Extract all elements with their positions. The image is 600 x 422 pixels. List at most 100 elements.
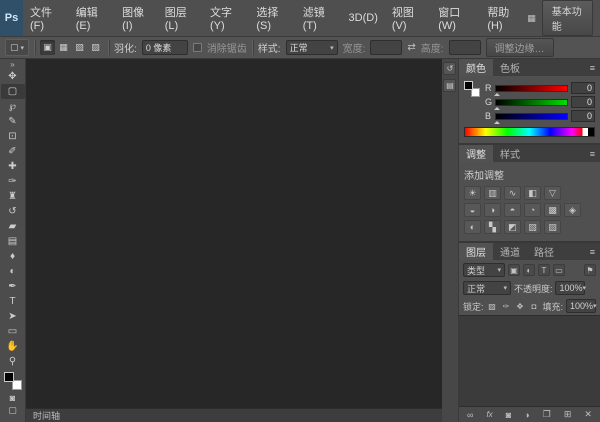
path-selection-tool[interactable]: ➤ <box>1 309 25 324</box>
quick-selection-tool[interactable]: ✎ <box>1 114 25 129</box>
menu-item-image[interactable]: 图像(I) <box>115 0 158 36</box>
lock-transparency-icon[interactable]: ▨ <box>486 301 497 312</box>
menu-item-3d[interactable]: 3D(D) <box>342 0 385 36</box>
adj-invert-icon[interactable]: ◐ <box>463 220 481 234</box>
workspace-switcher-button[interactable]: 基本功能 <box>541 0 593 36</box>
filter-toggle-icon[interactable]: ⚑ <box>584 264 596 276</box>
collapsed-properties-panel-button[interactable]: ▤ <box>443 79 457 92</box>
foreground-color-swatch[interactable] <box>3 372 14 382</box>
arrange-documents-icon[interactable]: ▦ <box>527 13 536 24</box>
type-tool[interactable]: T <box>1 294 25 309</box>
style-select[interactable]: 正常 ▾ <box>285 40 338 55</box>
opacity-input[interactable]: 100% ▾ <box>555 281 586 295</box>
tab-paths[interactable]: 路径 <box>527 243 561 260</box>
layer-effects-icon[interactable]: fx <box>486 410 492 419</box>
new-adjustment-layer-icon[interactable]: ◑ <box>524 410 529 420</box>
layer-list[interactable] <box>458 315 600 407</box>
timeline-panel-collapsed[interactable]: 时间轴 <box>26 408 442 422</box>
lock-pixels-icon[interactable]: ✑ <box>500 301 511 312</box>
menu-item-help[interactable]: 帮助(H) <box>480 0 527 36</box>
intersect-selection-button[interactable]: ▨ <box>88 40 103 55</box>
shape-tool[interactable]: ▭ <box>1 324 25 339</box>
tool-preset-picker[interactable]: ▢ ▾ <box>5 39 30 56</box>
hand-tool[interactable]: ✋ <box>1 339 25 354</box>
height-input[interactable] <box>448 40 481 55</box>
menu-item-type[interactable]: 文字(Y) <box>203 0 249 36</box>
lock-all-icon[interactable]: ◘ <box>528 301 539 312</box>
menu-item-select[interactable]: 选择(S) <box>249 0 295 36</box>
adj-threshold-icon[interactable]: ◩ <box>503 220 521 234</box>
red-value-input[interactable]: 0 <box>571 82 595 94</box>
gradient-tool[interactable]: ▤ <box>1 234 25 249</box>
dodge-tool[interactable]: ◐ <box>1 264 25 279</box>
collapsed-history-panel-button[interactable]: ↺ <box>443 62 457 75</box>
quick-mask-button[interactable]: ◙ <box>1 391 25 404</box>
blur-tool[interactable]: ♦ <box>1 249 25 264</box>
adj-exposure-icon[interactable]: ◧ <box>523 186 541 200</box>
foreground-color-swatch[interactable] <box>463 81 473 90</box>
tab-color[interactable]: 颜色 <box>458 59 493 76</box>
screen-mode-button[interactable]: ▢ <box>1 404 25 417</box>
blue-value-input[interactable]: 0 <box>571 110 595 122</box>
antialias-checkbox[interactable] <box>192 43 202 52</box>
filter-shape-layers-icon[interactable]: ▭ <box>552 264 565 276</box>
add-layer-mask-icon[interactable]: ◙ <box>506 410 511 420</box>
red-slider[interactable] <box>493 84 568 96</box>
adj-selective-color-icon[interactable]: ▨ <box>543 220 561 234</box>
panel-menu-icon[interactable]: ≡ <box>585 59 600 76</box>
layer-filter-type-select[interactable]: 类型 ▾ <box>462 263 505 277</box>
feather-input[interactable]: 0 像素 <box>141 40 188 55</box>
clone-stamp-tool[interactable]: ♜ <box>1 189 25 204</box>
new-group-icon[interactable]: ❐ <box>543 409 551 420</box>
adj-photo-filter-icon[interactable]: ◔ <box>523 203 541 217</box>
new-selection-button[interactable]: ▣ <box>40 40 56 55</box>
timeline-tab-label[interactable]: 时间轴 <box>33 409 60 422</box>
tab-adjustments[interactable]: 调整 <box>458 145 493 162</box>
adj-black-white-icon[interactable]: ◓ <box>503 203 521 217</box>
tab-layers[interactable]: 图层 <box>458 243 493 260</box>
adj-curves-icon[interactable]: ∿ <box>503 186 521 200</box>
adj-brightness-contrast-icon[interactable]: ☀ <box>463 186 481 200</box>
pen-tool[interactable]: ✒ <box>1 279 25 294</box>
subtract-from-selection-button[interactable]: ▧ <box>72 40 87 55</box>
menu-item-file[interactable]: 文件(F) <box>23 0 69 36</box>
filter-type-layers-icon[interactable]: T <box>537 264 550 276</box>
panel-menu-icon[interactable]: ≡ <box>585 145 600 162</box>
adj-levels-icon[interactable]: ▥ <box>483 186 501 200</box>
menu-item-window[interactable]: 窗口(W) <box>431 0 480 36</box>
adj-hue-saturation-icon[interactable]: ◒ <box>463 203 481 217</box>
adj-vibrance-icon[interactable]: ▽ <box>543 186 561 200</box>
history-brush-tool[interactable]: ↺ <box>1 204 25 219</box>
zoom-tool[interactable]: ⚲ <box>1 354 25 369</box>
width-input[interactable] <box>370 40 403 55</box>
eraser-tool[interactable]: ▰ <box>1 219 25 234</box>
move-tool[interactable]: ✥ <box>1 69 25 84</box>
menu-item-edit[interactable]: 编辑(E) <box>69 0 115 36</box>
filter-adjustment-layers-icon[interactable]: ◐ <box>522 264 535 276</box>
eyedropper-tool[interactable]: ✐ <box>1 144 25 159</box>
adj-color-balance-icon[interactable]: ◑ <box>483 203 501 217</box>
adj-channel-mixer-icon[interactable]: ▩ <box>543 203 561 217</box>
menu-item-layer[interactable]: 图层(L) <box>158 0 203 36</box>
tab-styles[interactable]: 样式 <box>493 145 527 162</box>
fill-input[interactable]: 100% ▾ <box>566 299 597 313</box>
menu-item-filter[interactable]: 滤镜(T) <box>296 0 342 36</box>
panel-menu-icon[interactable]: ≡ <box>585 243 600 260</box>
link-layers-icon[interactable]: ∞ <box>467 410 473 420</box>
tab-swatches[interactable]: 色板 <box>493 59 527 76</box>
refine-edge-button[interactable]: 调整边缘… <box>485 38 554 57</box>
brush-tool[interactable]: ✑ <box>1 174 25 189</box>
color-spectrum-ramp[interactable] <box>463 127 595 137</box>
lasso-tool[interactable]: ℘ <box>1 99 25 114</box>
add-to-selection-button[interactable]: ▦ <box>56 40 71 55</box>
adj-color-lookup-icon[interactable]: ◈ <box>563 203 581 217</box>
delete-layer-icon[interactable]: ✕ <box>584 409 592 420</box>
green-slider[interactable] <box>493 98 568 110</box>
lock-position-icon[interactable]: ✥ <box>514 301 525 312</box>
menu-item-view[interactable]: 视图(V) <box>385 0 431 36</box>
swap-width-height-icon[interactable]: ⇄ <box>407 42 415 53</box>
rectangular-marquee-tool[interactable]: ▢ <box>0 84 25 99</box>
adj-gradient-map-icon[interactable]: ▧ <box>523 220 541 234</box>
adj-posterize-icon[interactable]: ▚ <box>483 220 501 234</box>
new-layer-icon[interactable]: ⊞ <box>564 409 572 420</box>
